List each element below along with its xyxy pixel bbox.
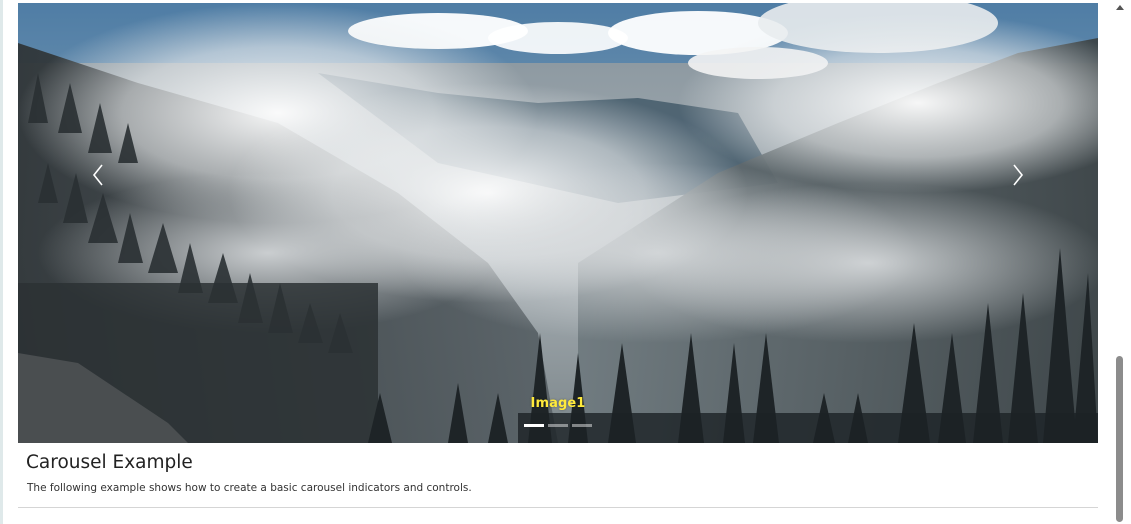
carousel-indicators (18, 424, 1098, 427)
chevron-right-icon (1013, 164, 1024, 186)
section-description: The following example shows how to creat… (27, 482, 472, 494)
carousel-indicator-3[interactable] (572, 424, 592, 427)
carousel-indicator-1[interactable] (524, 424, 544, 427)
carousel: Image1 (18, 3, 1098, 443)
carousel-slide-image (18, 3, 1098, 443)
carousel-next-button[interactable] (938, 3, 1098, 443)
carousel-indicator-2[interactable] (548, 424, 568, 427)
vertical-scrollbar[interactable] (1112, 0, 1131, 524)
section-divider (18, 507, 1098, 508)
chevron-left-icon (92, 164, 103, 186)
scrollbar-thumb[interactable] (1116, 356, 1123, 522)
browser-viewport: Image1 Carousel Example The following ex… (0, 0, 1131, 524)
scroll-up-arrow-icon[interactable] (1116, 5, 1124, 10)
page-content: Image1 Carousel Example The following ex… (3, 0, 1112, 524)
carousel-prev-button[interactable] (18, 3, 178, 443)
carousel-caption: Image1 (530, 396, 586, 411)
section-title: Carousel Example (26, 452, 193, 473)
